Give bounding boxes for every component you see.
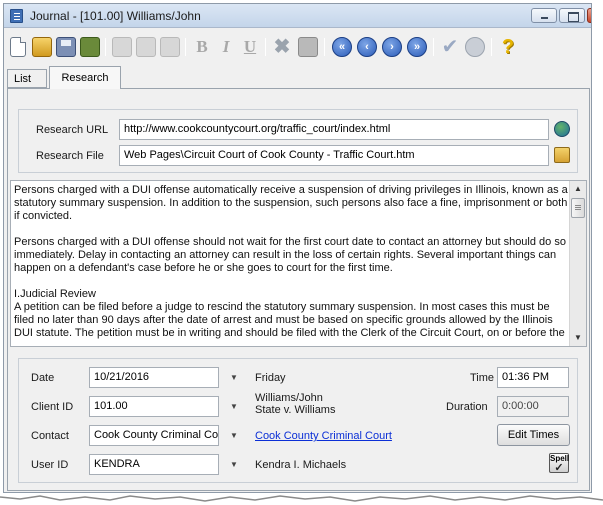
open-folder-icon[interactable] [32, 37, 52, 57]
maximize-button[interactable] [559, 8, 585, 23]
last-record-icon[interactable]: » [407, 37, 427, 57]
client-dropdown-arrow-icon[interactable]: ▼ [224, 396, 244, 417]
research-file-field[interactable]: Web Pages\Circuit Court of Cook County -… [119, 145, 549, 166]
journal-app-icon [10, 9, 23, 23]
research-notes-textarea[interactable]: Persons charged with a DUI offense autom… [10, 180, 587, 347]
save-icon[interactable] [56, 37, 76, 57]
tab-list[interactable]: List [7, 69, 47, 88]
paste-icon[interactable] [160, 37, 180, 57]
notes-heading: I.Judicial Review [14, 288, 96, 300]
research-url-field[interactable]: http://www.cookcountycourt.org/traffic_c… [119, 119, 549, 140]
weekday-text: Friday [255, 372, 286, 384]
contact-label: Contact [31, 430, 69, 442]
torn-edge-decoration [0, 494, 603, 505]
minimize-button[interactable] [531, 8, 557, 23]
italic-icon[interactable]: I [216, 37, 236, 57]
globe-icon[interactable] [554, 121, 570, 137]
date-dropdown-arrow-icon[interactable]: ▼ [224, 367, 244, 388]
bold-icon[interactable]: B [192, 37, 212, 57]
research-file-label: Research File [36, 150, 104, 162]
entry-details-group: Date 10/21/2016 ▼ Friday Time 01:36 PM C… [18, 358, 578, 483]
scroll-thumb[interactable] [571, 198, 585, 218]
research-source-group: Research URL http://www.cookcountycourt.… [18, 109, 578, 173]
duration-label: Duration [446, 401, 488, 413]
client-case-text: State v. Williams [255, 404, 336, 416]
toolbar: B I U ✖ « ‹ › » ✔ ? [4, 29, 591, 65]
scroll-up-arrow-icon[interactable]: ▲ [570, 181, 586, 197]
spell-check-mark-icon: ✓ [554, 462, 564, 474]
toolbar-separator [433, 38, 434, 56]
help-icon[interactable]: ? [498, 37, 518, 57]
new-document-icon[interactable] [10, 37, 26, 57]
client-name-text: Williams/John [255, 392, 323, 404]
time-field[interactable]: 01:36 PM [497, 367, 569, 388]
journal-window: Journal - [101.00] Williams/John B I U ✖… [3, 3, 592, 493]
user-id-label: User ID [31, 459, 69, 471]
notes-paragraph: Persons charged with a DUI offense autom… [14, 184, 568, 222]
client-id-field[interactable]: 101.00 [89, 396, 219, 417]
title-bar: Journal - [101.00] Williams/John [4, 4, 591, 28]
notes-content: Persons charged with a DUI offense autom… [14, 184, 569, 346]
open-folder-icon[interactable] [554, 147, 570, 163]
next-record-icon[interactable]: › [382, 37, 402, 57]
client-id-label: Client ID [31, 401, 74, 413]
spell-check-icon[interactable]: Spell ✓ [549, 453, 569, 474]
toolbar-separator [324, 38, 325, 56]
underline-icon[interactable]: U [240, 37, 260, 57]
toolbar-separator [491, 38, 492, 56]
attach-icon[interactable] [298, 37, 318, 57]
print-icon[interactable] [80, 37, 100, 57]
toolbar-separator [265, 38, 266, 56]
cancel-icon[interactable] [465, 37, 485, 57]
contact-link[interactable]: Cook County Criminal Court [255, 430, 392, 442]
window-title: Journal - [101.00] Williams/John [30, 9, 201, 23]
notes-scrollbar[interactable]: ▲ ▼ [569, 181, 586, 346]
previous-record-icon[interactable]: ‹ [357, 37, 377, 57]
user-name-text: Kendra I. Michaels [255, 459, 347, 471]
tab-research[interactable]: Research [49, 66, 121, 89]
user-id-field[interactable]: KENDRA [89, 454, 219, 475]
time-label: Time [470, 372, 495, 384]
close-button[interactable] [587, 8, 591, 23]
contact-field[interactable]: Cook County Criminal Cou [89, 425, 219, 446]
notes-paragraph: Persons charged with a DUI offense shoul… [14, 236, 566, 274]
toolbar-separator [105, 38, 106, 56]
research-tab-panel: Research URL http://www.cookcountycourt.… [7, 88, 590, 491]
cut-icon[interactable] [112, 37, 132, 57]
edit-times-button[interactable]: Edit Times [497, 424, 570, 446]
delete-icon[interactable]: ✖ [272, 37, 292, 57]
scroll-down-arrow-icon[interactable]: ▼ [570, 330, 586, 346]
first-record-icon[interactable]: « [332, 37, 352, 57]
toolbar-separator [185, 38, 186, 56]
user-dropdown-arrow-icon[interactable]: ▼ [224, 454, 244, 475]
contact-dropdown-arrow-icon[interactable]: ▼ [224, 425, 244, 446]
notes-paragraph: A petition can be filed before a judge t… [14, 301, 565, 339]
date-label: Date [31, 372, 55, 384]
duration-field: 0:00:00 [497, 396, 569, 417]
copy-icon[interactable] [136, 37, 156, 57]
accept-icon[interactable]: ✔ [440, 37, 460, 57]
research-url-label: Research URL [36, 124, 109, 136]
date-field[interactable]: 10/21/2016 [89, 367, 219, 388]
